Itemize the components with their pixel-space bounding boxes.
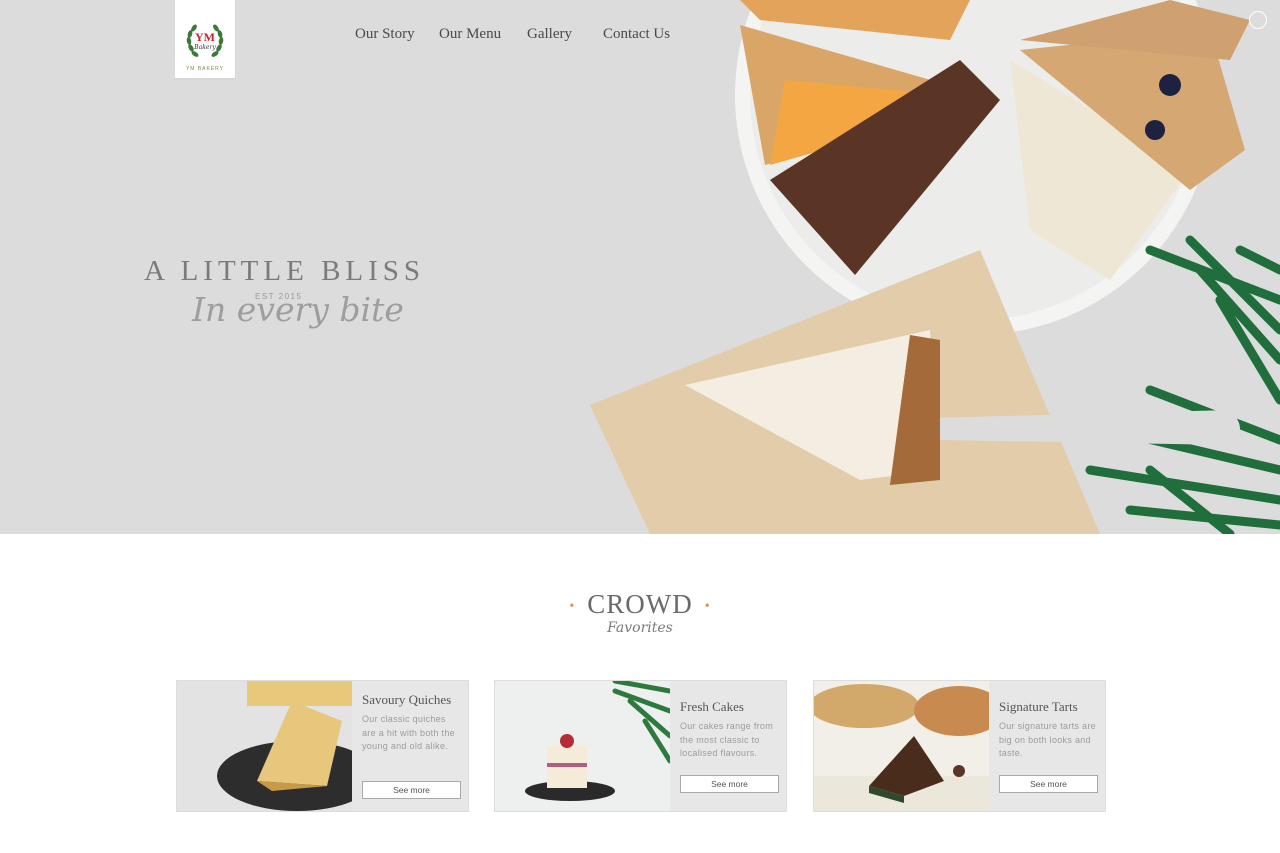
logo-text: YM BAKERY (185, 66, 225, 72)
hero-section: YM Bakery YM BAKERY Our Story Our Menu G… (0, 0, 1280, 534)
hero-established: EST 2015 (255, 292, 303, 301)
card-title: Savoury Quiches (362, 692, 452, 707)
svg-text:Bakery: Bakery (193, 44, 216, 51)
nav-our-menu[interactable]: Our Menu (439, 26, 527, 43)
tart-image (814, 681, 989, 811)
product-card-cakes[interactable]: Fresh Cakes Our cakes range from the mos… (494, 680, 787, 812)
wreath-logo-icon: YM Bakery (186, 24, 224, 57)
svg-text:YM: YM (195, 30, 215, 44)
card-title: Fresh Cakes (680, 699, 744, 714)
accent-dot-icon: • (704, 598, 711, 614)
see-more-button[interactable]: See more (680, 775, 779, 793)
product-card-tarts[interactable]: Signature Tarts Our signature tarts are … (813, 680, 1106, 812)
card-description: Our classic quiches are a hit with both … (362, 714, 455, 751)
product-card-quiches[interactable]: Savoury Quiches Our classic quiches are … (176, 680, 469, 812)
cake-image (495, 681, 670, 811)
bakery-logo[interactable]: YM Bakery YM BAKERY (175, 0, 235, 78)
hero-tagline: A LITTLE BLISS (144, 255, 426, 287)
card-description: Our signature tarts are big on both look… (999, 721, 1096, 758)
accent-dot-icon: • (569, 598, 576, 614)
section-title: • CROWD • (0, 589, 1280, 620)
slide-indicator-icon[interactable] (1249, 11, 1267, 29)
section-subtitle: Favorites (607, 620, 673, 636)
card-title: Signature Tarts (999, 699, 1078, 714)
see-more-button[interactable]: See more (999, 775, 1098, 793)
nav-our-story[interactable]: Our Story (355, 26, 439, 43)
hero-tart-image (590, 0, 1280, 534)
section-title-text: CROWD (587, 589, 693, 619)
card-description: Our cakes range from the most classic to… (680, 721, 774, 758)
quiche-image (177, 681, 352, 811)
see-more-button[interactable]: See more (362, 781, 461, 799)
